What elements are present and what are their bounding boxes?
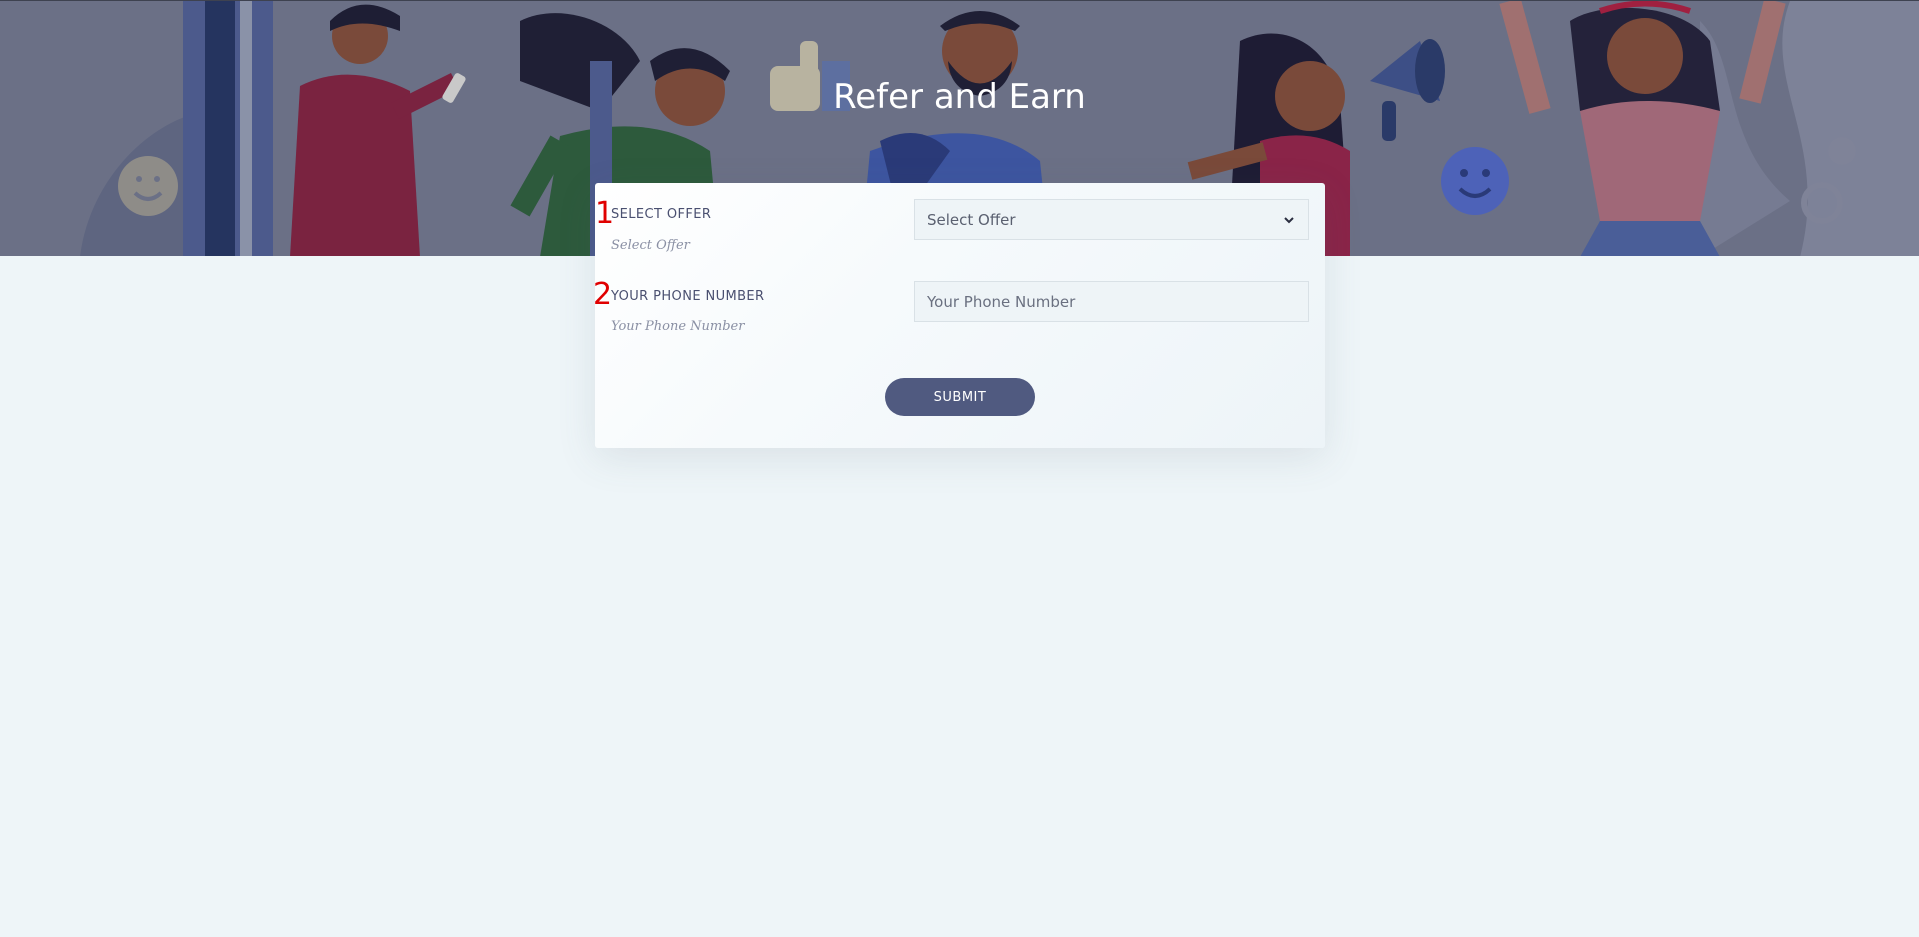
offer-select[interactable]: Select Offer bbox=[914, 199, 1309, 240]
chevron-down-icon bbox=[1284, 216, 1294, 223]
offer-select-value: Select Offer bbox=[927, 210, 1016, 229]
select-offer-hint: Select Offer bbox=[611, 238, 690, 253]
submit-button[interactable]: SUBMIT bbox=[885, 378, 1035, 416]
phone-number-label: YOUR PHONE NUMBER bbox=[611, 289, 765, 304]
phone-number-hint: Your Phone Number bbox=[611, 319, 745, 334]
page-title: Refer and Earn bbox=[833, 77, 1086, 117]
field-marker-2: 2 bbox=[593, 277, 613, 312]
select-offer-label: SELECT OFFER bbox=[611, 207, 712, 222]
phone-number-input[interactable] bbox=[914, 281, 1309, 322]
refer-form-card: 1 SELECT OFFER Select Offer Select Offer… bbox=[593, 183, 1325, 448]
